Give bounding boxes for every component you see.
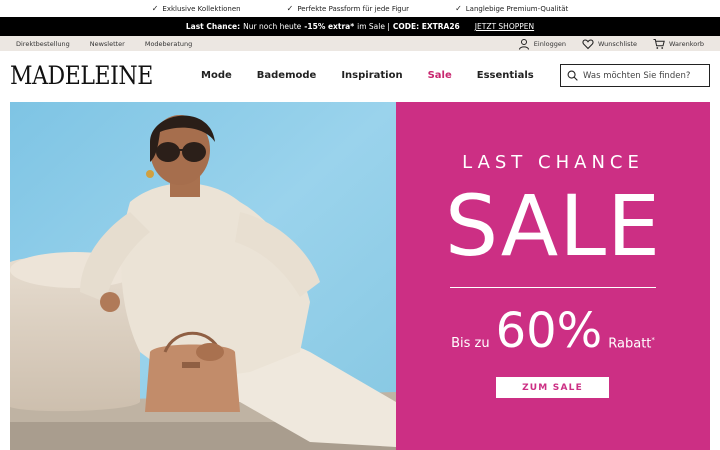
promo-shop-link[interactable]: JETZT SHOPPEN [475, 22, 534, 31]
promo-code: CODE: EXTRA26 [392, 22, 460, 31]
login-link[interactable]: Einloggen [518, 38, 566, 50]
usp-text: Langlebige Premium-Qualität [465, 4, 569, 13]
hero-divider [450, 287, 656, 288]
hero-photo [10, 102, 396, 450]
nav-item-mode[interactable]: Mode [201, 70, 232, 81]
hero-discount-suffix-text: Rabatt [608, 336, 652, 351]
usp-item: ✓ Langlebige Premium-Qualität [455, 4, 568, 13]
usp-text: Perfekte Passform für jede Figur [297, 4, 410, 13]
hero-model-image [10, 102, 396, 450]
heart-icon [582, 38, 594, 49]
hero-sale-panel[interactable]: LAST CHANCE SALE Bis zu 60% Rabatt* ZUM … [396, 102, 710, 450]
promo-text: Nur noch heute [243, 22, 302, 31]
hero-asterisk: * [651, 335, 655, 344]
search-input[interactable] [583, 70, 703, 81]
usp-item: ✓ Exklusive Kollektionen [152, 4, 241, 13]
user-icon [518, 38, 529, 50]
check-icon: ✓ [455, 4, 462, 13]
nav-item-sale[interactable]: Sale [428, 70, 452, 81]
promo-banner: Last Chance: Nur noch heute -15% extra* … [0, 17, 720, 36]
usp-text: Exklusive Kollektionen [162, 4, 241, 13]
hero-discount-line: Bis zu 60% Rabatt* [396, 307, 710, 355]
main-nav: Mode Bademode Inspiration Sale Essential… [201, 70, 534, 81]
cart-link[interactable]: Warenkorb [653, 38, 704, 50]
hero-title: SALE [444, 177, 662, 275]
hero-discount-prefix: Bis zu [451, 336, 490, 351]
usp-bar: ✓ Exklusive Kollektionen ✓ Perfekte Pass… [0, 0, 720, 17]
cart-label: Warenkorb [669, 39, 704, 48]
service-link-direktbestellung[interactable]: Direktbestellung [16, 40, 70, 48]
nav-item-essentials[interactable]: Essentials [477, 70, 534, 81]
nav-item-bademode[interactable]: Bademode [257, 70, 317, 81]
hero-banner[interactable]: LAST CHANCE SALE Bis zu 60% Rabatt* ZUM … [10, 102, 710, 450]
usp-item: ✓ Perfekte Passform für jede Figur [287, 4, 409, 13]
service-link-modeberatung[interactable]: Modeberatung [145, 40, 192, 48]
check-icon: ✓ [151, 4, 159, 13]
hero-discount-percent: 60% [495, 303, 603, 359]
promo-text-2: im Sale | [357, 22, 390, 31]
service-link-newsletter[interactable]: Newsletter [90, 40, 125, 48]
service-bar: Direktbestellung Newsletter Modeberatung… [0, 36, 720, 51]
search-box[interactable] [560, 64, 710, 87]
check-icon: ✓ [286, 4, 294, 13]
wishlist-label: Wunschliste [597, 39, 638, 48]
main-header: MADELEINE Mode Bademode Inspiration Sale… [0, 51, 720, 100]
nav-item-inspiration[interactable]: Inspiration [341, 70, 402, 81]
login-label: Einloggen [533, 39, 566, 48]
promo-prefix: Last Chance: [185, 22, 241, 31]
zum-sale-button[interactable]: ZUM SALE [496, 377, 609, 398]
cart-icon [653, 38, 665, 49]
hero-eyebrow: LAST CHANCE [462, 152, 644, 173]
wishlist-link[interactable]: Wunschliste [582, 38, 637, 50]
promo-discount: -15% extra* [304, 22, 355, 31]
hero-discount-suffix: Rabatt* [608, 336, 655, 351]
brand-logo[interactable]: MADELEINE [10, 61, 153, 90]
search-icon [567, 70, 578, 81]
